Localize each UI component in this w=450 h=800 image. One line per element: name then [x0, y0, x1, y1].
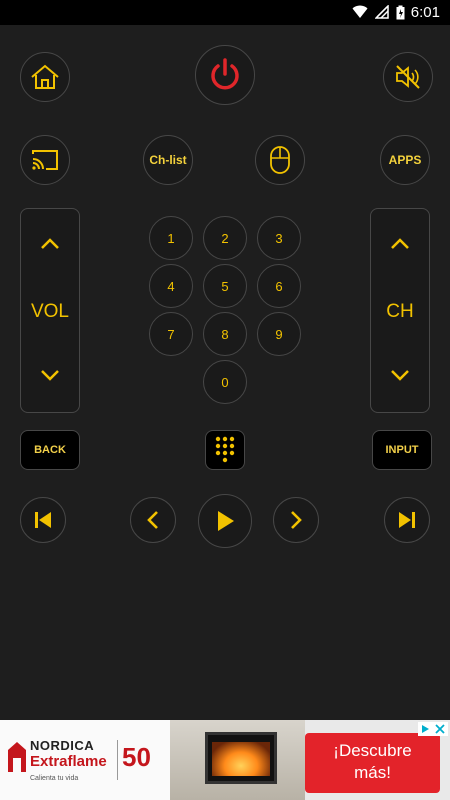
- key-0[interactable]: 0: [203, 360, 247, 404]
- key-label: 2: [221, 230, 229, 246]
- ad-divider: [117, 740, 118, 780]
- ad-brand-line2: Extraflame: [30, 753, 107, 770]
- ad-cta-line2: más!: [354, 763, 391, 782]
- ad-cta-button[interactable]: ¡Descubre más!: [305, 733, 440, 793]
- volume-label: VOL: [30, 301, 70, 322]
- ad-choices-button[interactable]: [418, 722, 448, 736]
- rewind-button[interactable]: [130, 497, 176, 543]
- key-4[interactable]: 4: [149, 264, 193, 308]
- mouse-button[interactable]: [255, 135, 305, 185]
- apps-button[interactable]: APPS: [380, 135, 430, 185]
- key-label: 1: [167, 230, 175, 246]
- key-label: 9: [275, 326, 283, 342]
- volume-rocker: VOL: [20, 208, 80, 413]
- volume-up-button[interactable]: [39, 236, 61, 250]
- ad-logo-block: NORDICA Extraflame Calienta tu vida 50: [0, 720, 170, 800]
- key-8[interactable]: 8: [203, 312, 247, 356]
- back-label: BACK: [34, 444, 66, 456]
- home-icon: [31, 64, 59, 89]
- fast-forward-button[interactable]: [273, 497, 319, 543]
- home-button[interactable]: [20, 52, 70, 102]
- power-icon: [211, 58, 239, 90]
- remote-panel: Ch-list APPS VOL CH 1 2 3 4 5 6 7 8 9 0 …: [0, 25, 450, 720]
- play-icon: [218, 511, 234, 531]
- play-button[interactable]: [198, 494, 252, 548]
- key-9[interactable]: 9: [257, 312, 301, 356]
- key-3[interactable]: 3: [257, 216, 301, 260]
- power-button[interactable]: [195, 45, 255, 105]
- ad-cta-line1: ¡Descubre: [333, 741, 412, 760]
- skip-next-icon: [399, 512, 415, 528]
- ad-anniversary: 50: [122, 742, 151, 772]
- signal-icon: [375, 5, 389, 19]
- cast-icon: [32, 150, 58, 170]
- key-label: 8: [221, 326, 229, 342]
- key-7[interactable]: 7: [149, 312, 193, 356]
- key-5[interactable]: 5: [203, 264, 247, 308]
- key-label: 3: [275, 230, 283, 246]
- chevron-left-icon: [147, 511, 158, 529]
- key-label: 7: [167, 326, 175, 342]
- status-bar: 6:01: [0, 0, 450, 25]
- numpad-toggle-button[interactable]: [205, 430, 245, 470]
- channel-down-button[interactable]: [389, 369, 411, 383]
- key-label: 4: [167, 278, 175, 294]
- mute-button[interactable]: [383, 52, 433, 102]
- ch-list-button[interactable]: Ch-list: [143, 135, 193, 185]
- brand-logo-icon: [8, 742, 26, 772]
- input-label: INPUT: [385, 444, 419, 456]
- mouse-icon: [270, 146, 290, 174]
- skip-next-button[interactable]: [384, 497, 430, 543]
- channel-up-button[interactable]: [389, 236, 411, 250]
- dialpad-icon: [215, 436, 235, 463]
- skip-previous-icon: [35, 512, 51, 528]
- ch-list-label: Ch-list: [149, 153, 187, 167]
- mute-icon: [396, 65, 420, 89]
- ad-banner[interactable]: NORDICA Extraflame Calienta tu vida 50 ¡…: [0, 720, 450, 800]
- channel-rocker: CH: [370, 208, 430, 413]
- key-label: 6: [275, 278, 283, 294]
- ad-brand-line1: NORDICA: [30, 738, 95, 753]
- battery-icon: [396, 5, 405, 20]
- key-label: 0: [221, 374, 229, 390]
- key-1[interactable]: 1: [149, 216, 193, 260]
- back-button[interactable]: BACK: [20, 430, 80, 470]
- input-button[interactable]: INPUT: [372, 430, 432, 470]
- ad-choices-icon: [422, 725, 429, 733]
- key-label: 5: [221, 278, 229, 294]
- channel-label: CH: [386, 301, 414, 322]
- apps-label: APPS: [388, 153, 422, 167]
- fire-image: [212, 742, 270, 776]
- volume-down-button[interactable]: [39, 369, 61, 383]
- close-icon[interactable]: [435, 724, 445, 734]
- ad-tagline: Calienta tu vida: [30, 775, 79, 782]
- clock: 6:01: [410, 4, 440, 21]
- cast-button[interactable]: [20, 135, 70, 185]
- wifi-icon: [352, 5, 368, 18]
- key-2[interactable]: 2: [203, 216, 247, 260]
- chevron-right-icon: [291, 511, 302, 529]
- skip-previous-button[interactable]: [20, 497, 66, 543]
- key-6[interactable]: 6: [257, 264, 301, 308]
